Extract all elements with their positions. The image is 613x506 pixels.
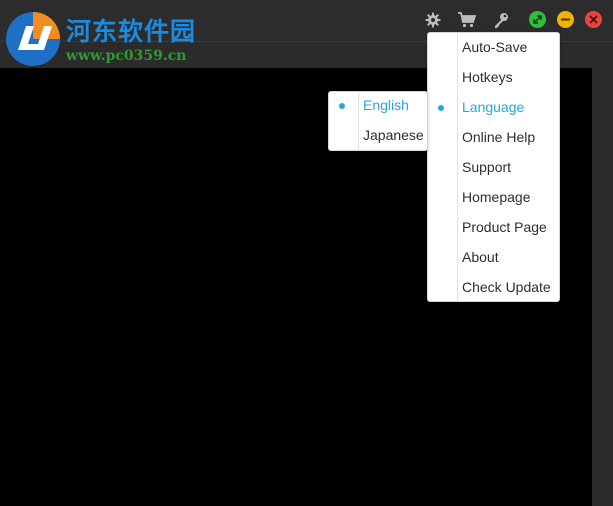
watermark-url: www.pc0359.cn: [66, 48, 187, 64]
menu-item-label: Auto-Save: [462, 39, 528, 55]
submenu-item-label: Japanese: [363, 127, 424, 143]
watermark-logo: [6, 12, 60, 66]
close-button[interactable]: [585, 11, 602, 28]
language-submenu: English Japanese: [328, 91, 428, 151]
menu-item-label: Hotkeys: [462, 69, 513, 85]
menu-item-homepage[interactable]: Homepage: [428, 183, 559, 213]
menu-item-online-help[interactable]: Online Help: [428, 123, 559, 153]
menu-item-product-page[interactable]: Product Page: [428, 213, 559, 243]
restore-button[interactable]: [529, 11, 546, 28]
menu-item-label: Language: [462, 99, 525, 115]
selected-bullet-icon: [438, 105, 444, 111]
menu-item-hotkeys[interactable]: Hotkeys: [428, 63, 559, 93]
menu-item-label: Check Update: [462, 279, 551, 295]
vertical-scrollbar[interactable]: [592, 68, 613, 506]
menu-item-check-update[interactable]: Check Update: [428, 273, 559, 303]
settings-menu: Auto-Save Hotkeys Language Online Help S…: [427, 32, 560, 302]
menu-item-about[interactable]: About: [428, 243, 559, 273]
close-icon: [589, 15, 598, 24]
watermark-name: 河东软件园: [66, 17, 197, 46]
submenu-item-label: English: [363, 97, 409, 113]
minimize-icon: [561, 18, 570, 21]
menu-item-label: Online Help: [462, 129, 536, 145]
menu-item-label: Homepage: [462, 189, 531, 205]
submenu-item-japanese[interactable]: Japanese: [329, 122, 427, 152]
minimize-button[interactable]: [557, 11, 574, 28]
selected-bullet-icon: [339, 103, 345, 109]
menu-item-label: About: [462, 249, 499, 265]
cart-icon[interactable]: [457, 11, 477, 29]
gear-icon[interactable]: [424, 11, 442, 29]
menu-item-label: Product Page: [462, 219, 547, 235]
menu-item-language[interactable]: Language: [428, 93, 559, 123]
menu-item-auto-save[interactable]: Auto-Save: [428, 33, 559, 63]
restore-icon: [533, 15, 542, 24]
submenu-item-english[interactable]: English: [329, 92, 427, 122]
menu-item-label: Support: [462, 159, 512, 175]
menu-item-support[interactable]: Support: [428, 153, 559, 183]
watermark: 河东软件园 www.pc0359.cn: [4, 6, 214, 66]
key-icon[interactable]: [492, 11, 510, 29]
